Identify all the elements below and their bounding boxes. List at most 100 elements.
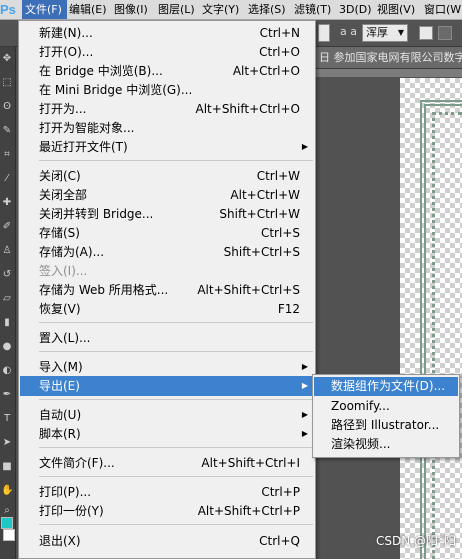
healing-tool-icon[interactable]: ✚ [1, 197, 13, 209]
move-tool-icon[interactable]: ✥ [1, 53, 13, 65]
menu-item-place[interactable]: 置入(L)... [20, 328, 314, 348]
pen-tool-icon[interactable]: ✒ [1, 389, 13, 401]
quick-select-tool-icon[interactable]: ✎ [1, 125, 13, 137]
menu-image[interactable]: 图像(I) [114, 0, 148, 19]
submenu-arrow-icon: ▶ [301, 381, 308, 390]
dodge-tool-icon[interactable]: ◐ [1, 365, 13, 377]
menu-item-shortcut: Alt+Shift+Ctrl+S [197, 283, 300, 297]
gradient-tool-icon[interactable]: ▮ [1, 317, 13, 329]
blur-tool-icon[interactable]: ● [1, 341, 13, 353]
menu-item-label: 在 Mini Bridge 中浏览(G)... [39, 83, 193, 97]
submenu-item-paths-to-illustrator[interactable]: 路径到 Illustrator... [314, 416, 458, 435]
background-color-swatch[interactable] [3, 529, 15, 541]
menu-edit[interactable]: 编辑(E) [69, 0, 107, 19]
menu-item-shortcut: Alt+Shift+Ctrl+I [201, 456, 300, 470]
align-left-icon[interactable] [419, 26, 433, 40]
menu-item-close-all[interactable]: 关闭全部 Alt+Ctrl+W [20, 185, 314, 205]
shape-tool-icon[interactable]: ■ [1, 461, 13, 473]
menu-item-print-one-copy[interactable]: 打印一份(Y) Alt+Shift+Ctrl+P [20, 501, 314, 521]
menu-item-open-recent[interactable]: 最近打开文件(T) ▶ [20, 137, 314, 157]
menu-item-open[interactable]: 打开(O)... Ctrl+O [20, 42, 314, 62]
menu-item-shortcut: F12 [277, 302, 300, 316]
menu-item-label: 打开为智能对象... [39, 121, 135, 135]
menu-item-label: 文件简介(F)... [39, 456, 115, 470]
menu-item-file-info[interactable]: 文件简介(F)... Alt+Shift+Ctrl+I [20, 453, 314, 473]
menu-filter[interactable]: 滤镜(T) [294, 0, 331, 19]
menu-item-exit[interactable]: 退出(X) Ctrl+Q [20, 531, 314, 551]
submenu-item-data-sets-as-files[interactable]: 数据组作为文件(D)... [314, 377, 458, 396]
menu-item-label: 在 Bridge 中浏览(B)... [39, 64, 163, 78]
menu-item-close-go-bridge[interactable]: 关闭并转到 Bridge... Shift+Ctrl+W [20, 204, 314, 224]
lasso-tool-icon[interactable]: ʘ [1, 101, 13, 113]
type-tool-icon[interactable]: T [1, 413, 13, 425]
menu-item-shortcut: Ctrl+P [261, 485, 300, 499]
menu-item-label: 导入(M) [39, 360, 83, 374]
document-tab[interactable]: 日 参加国家电网有限公司数字化 [314, 47, 462, 69]
submenu-item-render-video[interactable]: 渲染视频... [314, 435, 458, 454]
stamp-tool-icon[interactable]: ♙ [1, 245, 13, 257]
submenu-arrow-icon: ▶ [301, 362, 308, 371]
tools-panel: ✥ ⬚ ʘ ✎ ⌗ ⁄ ✚ ✐ ♙ ↺ ▱ ▮ ● ◐ ✒ T ➤ ■ ✋ ⌕ [0, 47, 16, 559]
menu-item-open-as[interactable]: 打开为... Alt+Shift+Ctrl+O [20, 99, 314, 119]
chevron-down-icon: ▼ [397, 28, 404, 37]
menu-item-new[interactable]: 新建(N)... Ctrl+N [20, 23, 314, 43]
menu-item-save-for-web[interactable]: 存储为 Web 所用格式... Alt+Shift+Ctrl+S [20, 280, 314, 300]
menu-item-label: 自动(U) [39, 408, 82, 422]
menu-item-revert[interactable]: 恢复(V) F12 [20, 299, 314, 319]
menu-window[interactable]: 窗口(W) [424, 0, 462, 19]
menu-item-scripts[interactable]: 脚本(R) ▶ [20, 424, 314, 444]
align-center-icon[interactable] [438, 26, 452, 40]
brush-tool-icon[interactable]: ✐ [1, 221, 13, 233]
eyedropper-tool-icon[interactable]: ⁄ [1, 173, 13, 185]
menu-item-shortcut: Shift+Ctrl+S [223, 245, 300, 259]
menu-item-export[interactable]: 导出(E) ▶ [20, 376, 314, 396]
zoom-tool-icon[interactable]: ⌕ [1, 505, 13, 517]
menu-item-label: 最近打开文件(T) [39, 140, 128, 154]
menu-item-label: 置入(L)... [39, 331, 91, 345]
menu-item-save-as[interactable]: 存储为(A)... Shift+Ctrl+S [20, 242, 314, 262]
menu-item-check-in: 签入(I)... [20, 261, 314, 281]
menu-item-browse-mini-bridge[interactable]: 在 Mini Bridge 中浏览(G)... [20, 80, 314, 100]
menu-separator [39, 447, 313, 448]
history-brush-icon[interactable]: ↺ [1, 269, 13, 281]
path-select-tool-icon[interactable]: ➤ [1, 437, 13, 449]
menu-item-import[interactable]: 导入(M) ▶ [20, 357, 314, 377]
menu-view[interactable]: 视图(V) [377, 0, 415, 19]
marquee-tool-icon[interactable]: ⬚ [1, 77, 13, 89]
menu-item-label: 打印一份(Y) [39, 504, 104, 518]
hand-tool-icon[interactable]: ✋ [1, 485, 13, 497]
crop-tool-icon[interactable]: ⌗ [1, 149, 13, 161]
menu-item-browse-bridge[interactable]: 在 Bridge 中浏览(B)... Alt+Ctrl+O [20, 61, 314, 81]
menu-item-label: 关闭并转到 Bridge... [39, 207, 154, 221]
menu-item-label: 存储为(A)... [39, 245, 105, 259]
menu-type[interactable]: 文字(Y) [202, 0, 239, 19]
menu-item-save[interactable]: 存储(S) Ctrl+S [20, 223, 314, 243]
menu-item-automate[interactable]: 自动(U) ▶ [20, 405, 314, 425]
menu-item-shortcut: Alt+Shift+Ctrl+P [197, 504, 300, 518]
menu-item-close[interactable]: 关闭(C) Ctrl+W [20, 166, 314, 186]
submenu-arrow-icon: ▶ [301, 410, 308, 419]
submenu-item-zoomify[interactable]: Zoomify... [314, 397, 458, 416]
menu-item-label: 关闭全部 [39, 188, 88, 202]
eraser-tool-icon[interactable]: ▱ [1, 293, 13, 305]
menu-item-shortcut: Alt+Ctrl+W [230, 188, 300, 202]
menu-item-label: 导出(E) [39, 379, 80, 393]
menu-item-label: 打印(P)... [39, 485, 92, 499]
menu-separator [39, 160, 313, 161]
antialias-select[interactable]: 浑厚 ▼ [362, 24, 408, 42]
menu-3d[interactable]: 3D(D) [339, 0, 372, 19]
menu-select[interactable]: 选择(S) [248, 0, 286, 19]
menu-item-print[interactable]: 打印(P)... Ctrl+P [20, 482, 314, 502]
font-size-dropdown[interactable] [318, 24, 330, 42]
menu-separator [39, 524, 313, 525]
foreground-color-swatch[interactable] [1, 517, 13, 529]
menu-item-label: 打开为... [39, 102, 87, 116]
menu-separator [39, 351, 313, 352]
menu-item-label: 打开(O)... [39, 45, 94, 59]
menu-layer[interactable]: 图层(L) [158, 0, 195, 19]
menu-item-open-smart-object[interactable]: 打开为智能对象... [20, 118, 314, 138]
menu-item-shortcut: Ctrl+Q [259, 534, 300, 548]
menu-item-shortcut: Ctrl+N [259, 26, 300, 40]
submenu-item-label: 渲染视频... [331, 437, 391, 451]
menu-file[interactable]: 文件(F) [22, 0, 67, 19]
